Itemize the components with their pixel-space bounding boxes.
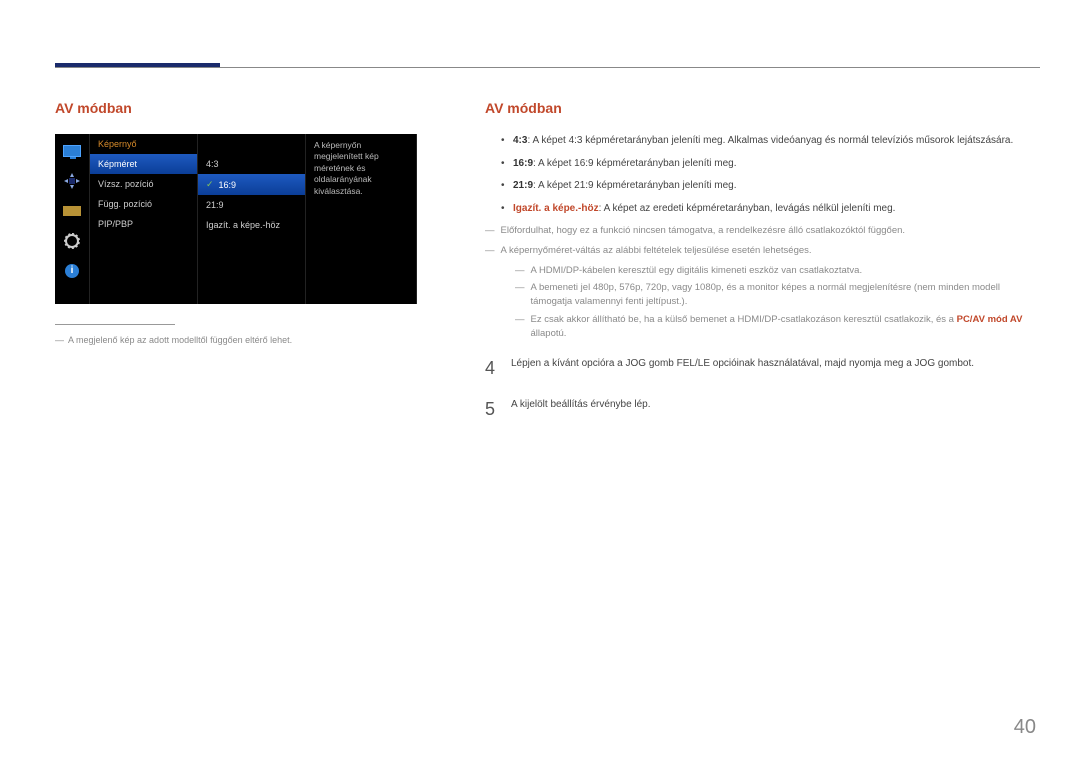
bullet-item: 16:9: A képet 16:9 képméretarányban jele… — [501, 157, 1040, 172]
info-icon: i — [63, 262, 81, 280]
monitor-icon — [63, 142, 81, 160]
osd-menu-item[interactable]: Vízsz. pozíció — [90, 174, 197, 194]
dash-icon: ― — [485, 224, 495, 238]
steps: 4 Lépjen a kívánt opcióra a JOG gomb FEL… — [485, 358, 1040, 420]
bullet-item: 21:9: A képet 21:9 képméretarányban jele… — [501, 179, 1040, 194]
osd-menu-item[interactable]: PIP/PBP — [90, 214, 197, 234]
step-text: Lépjen a kívánt opcióra a JOG gomb FEL/L… — [511, 358, 974, 369]
osd-body: Képernyő Képméret Vízsz. pozíció Függ. p… — [89, 134, 417, 304]
section-title-right: AV módban — [485, 100, 1040, 116]
left-column: AV módban i Képernyő Képméret Vízsz. poz… — [55, 100, 455, 440]
osd-menu: i Képernyő Képméret Vízsz. pozíció Függ.… — [55, 134, 417, 304]
left-footnote: ― A megjelenő kép az adott modelltől füg… — [55, 335, 455, 345]
osd-option[interactable]: Igazít. a képe.-höz — [198, 215, 305, 235]
dash-icon: ― — [515, 264, 525, 278]
osd-description: A képernyőn megjelenített kép méretének … — [306, 134, 417, 304]
osd-spacer — [198, 134, 305, 154]
note: ―A képernyőméret-váltás az alábbi feltét… — [485, 244, 1040, 258]
note: ―Előfordulhat, hogy ez a funkció nincsen… — [485, 224, 1040, 238]
page-body: AV módban i Képernyő Képméret Vízsz. poz… — [55, 100, 1040, 440]
footnote-text: A megjelenő kép az adott modelltől függő… — [68, 335, 292, 345]
feature-bullets: 4:3: A képet 4:3 képméretarányban jelení… — [501, 134, 1040, 216]
osd-options-column: 4:3 ✓16:9 21:9 Igazít. a képe.-höz — [198, 134, 306, 304]
page-number: 40 — [1014, 716, 1036, 739]
section-title-left: AV módban — [55, 100, 455, 116]
sub-notes: ―A HDMI/DP-kábelen keresztül egy digitál… — [515, 264, 1040, 341]
dash-icon: ― — [515, 281, 525, 309]
rectangle-icon — [63, 202, 81, 220]
step: 4 Lépjen a kívánt opcióra a JOG gomb FEL… — [485, 358, 1040, 379]
osd-menu-item[interactable]: Függ. pozíció — [90, 194, 197, 214]
sub-note: ―Ez csak akkor állítható be, ha a külső … — [515, 313, 1040, 341]
step-number: 5 — [485, 399, 499, 420]
footnote-dash-icon: ― — [55, 335, 64, 345]
osd-option[interactable]: 21:9 — [198, 195, 305, 215]
sub-note: ―A HDMI/DP-kábelen keresztül egy digitál… — [515, 264, 1040, 278]
header-accent-bar — [55, 63, 220, 67]
dash-icon: ― — [485, 244, 495, 258]
footnote-rule — [55, 324, 175, 325]
step: 5 A kijelölt beállítás érvénybe lép. — [485, 399, 1040, 420]
header-rule — [55, 67, 1040, 68]
osd-option-selected[interactable]: ✓16:9 — [198, 174, 305, 195]
osd-category-label: Képernyő — [90, 134, 197, 154]
navigation-arrows-icon — [63, 172, 81, 190]
right-column: AV módban 4:3: A képet 4:3 képméretarány… — [485, 100, 1040, 440]
step-text: A kijelölt beállítás érvénybe lép. — [511, 399, 651, 410]
check-icon: ✓ — [206, 179, 214, 190]
bullet-item: 4:3: A képet 4:3 képméretarányban jelení… — [501, 134, 1040, 149]
osd-menu-column: Képernyő Képméret Vízsz. pozíció Függ. p… — [90, 134, 198, 304]
gear-icon — [63, 232, 81, 250]
sub-note: ―A bemeneti jel 480p, 576p, 720p, vagy 1… — [515, 281, 1040, 309]
osd-option[interactable]: 4:3 — [198, 154, 305, 174]
osd-menu-item-selected[interactable]: Képméret — [90, 154, 197, 174]
osd-sidebar-icons: i — [55, 134, 89, 304]
bullet-item: Igazít. a képe.-höz: A képet az eredeti … — [501, 202, 1040, 217]
step-number: 4 — [485, 358, 499, 379]
dash-icon: ― — [515, 313, 525, 341]
